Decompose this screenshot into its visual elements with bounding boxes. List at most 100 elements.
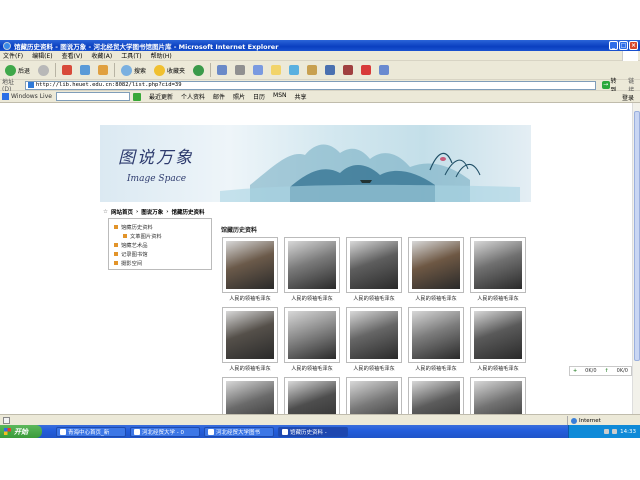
photo-thumbnail[interactable] — [284, 237, 340, 293]
live-photos-button[interactable]: 照片 — [233, 92, 245, 101]
extra-button[interactable] — [377, 63, 391, 78]
site-banner: 图说万象 Image Space — [100, 125, 531, 202]
scrollbar-thumb[interactable] — [634, 111, 640, 361]
minimize-button[interactable]: _ — [609, 41, 618, 50]
photo-image — [226, 241, 274, 289]
photo-item[interactable]: 人民的领袖毛泽东 — [469, 236, 527, 302]
live-share-button[interactable]: 共享 — [295, 92, 307, 101]
live-updates-button[interactable]: 最近更新 — [149, 92, 173, 101]
window-titlebar[interactable]: 馆藏历史资料 - 图说万象 - 河北经贸大学图书馆图片库 - Microsoft… — [0, 40, 640, 51]
photo-gallery: 人民的领袖毛泽东 人民的领袖毛泽东 人民的领袖毛泽东 人民的领袖毛泽东 人民的领袖毛泽东… — [221, 236, 531, 433]
back-arrow-icon — [5, 64, 16, 76]
banner-title-cn: 图说万象 — [118, 148, 194, 168]
edit-icon — [253, 65, 264, 75]
photo-thumbnail[interactable] — [222, 307, 278, 363]
print-button[interactable] — [233, 63, 247, 78]
live-calendar-button[interactable]: 日历 — [253, 92, 265, 101]
refresh-button[interactable] — [78, 63, 92, 78]
taskbar-item[interactable]: 青海中心首页_新 — [56, 426, 126, 437]
menu-bar: 文件(F) 编辑(E) 查看(V) 收藏(A) 工具(T) 帮助(H) — [0, 51, 640, 61]
sidenav-label: 馆藏艺术品 — [121, 242, 148, 249]
photo-item[interactable]: 人民的领袖毛泽东 — [283, 306, 341, 372]
taskbar-item[interactable]: 河北经贸大学 - 0 — [130, 426, 200, 437]
photo-item[interactable]: 人民的领袖毛泽东 — [345, 306, 403, 372]
pen-button[interactable] — [305, 63, 319, 78]
photo-caption[interactable]: 人民的领袖毛泽东 — [407, 365, 465, 372]
live-profile-button[interactable]: 个人资料 — [181, 92, 205, 101]
research-button[interactable] — [323, 63, 337, 78]
start-button[interactable]: 开始 — [0, 425, 42, 438]
photo-caption[interactable]: 人民的领袖毛泽东 — [345, 295, 403, 302]
menu-help[interactable]: 帮助(H) — [151, 51, 172, 60]
photo-item[interactable]: 人民的领袖毛泽东 — [283, 236, 341, 302]
photo-caption[interactable]: 人民的领袖毛泽东 — [283, 365, 341, 372]
photo-thumbnail[interactable] — [408, 307, 464, 363]
tray-icon[interactable] — [612, 429, 618, 434]
tool-button[interactable] — [341, 63, 355, 78]
photo-thumbnail[interactable] — [346, 307, 402, 363]
home-button[interactable] — [96, 63, 110, 78]
menu-file[interactable]: 文件(F) — [3, 51, 23, 60]
live-mail-button[interactable]: 邮件 — [213, 92, 225, 101]
photo-item[interactable]: 人民的领袖毛泽东 — [469, 306, 527, 372]
menu-tools[interactable]: 工具(T) — [121, 51, 141, 60]
sidenav-item-culture[interactable]: 文革图片资料 — [114, 231, 206, 240]
forward-button[interactable] — [36, 63, 51, 78]
live-signin-button[interactable]: 登录 — [622, 93, 634, 102]
photo-caption[interactable]: 人民的领袖毛泽东 — [221, 365, 279, 372]
menu-view[interactable]: 查看(V) — [62, 51, 83, 60]
search-button[interactable]: 搜索 — [119, 63, 148, 78]
breadcrumb-home[interactable]: 网站首页 — [111, 208, 133, 216]
vertical-scrollbar[interactable] — [632, 103, 640, 414]
breadcrumb-section[interactable]: 图说万象 — [141, 208, 163, 216]
transfer-right: 0K/0 — [616, 368, 628, 374]
sidenav-item-photography[interactable]: 摄影空间 — [114, 258, 206, 267]
menu-edit[interactable]: 编辑(E) — [32, 51, 52, 60]
photo-caption[interactable]: 人民的领袖毛泽东 — [469, 365, 527, 372]
photo-caption[interactable]: 人民的领袖毛泽东 — [221, 295, 279, 302]
mail-button[interactable] — [215, 63, 229, 78]
photo-thumbnail[interactable] — [408, 237, 464, 293]
side-navigation: 馆藏历史资料 文革图片资料 馆藏艺术品 记录图书馆 摄影空间 — [108, 218, 212, 270]
photo-caption[interactable]: 人民的领袖毛泽东 — [469, 295, 527, 302]
flag-button[interactable] — [359, 63, 373, 78]
favorites-button[interactable]: 收藏夹 — [152, 63, 187, 78]
photo-item[interactable]: 人民的领袖毛泽东 — [407, 236, 465, 302]
flag-icon — [361, 65, 372, 75]
photo-caption[interactable]: 人民的领袖毛泽东 — [407, 295, 465, 302]
sidenav-item-history[interactable]: 馆藏历史资料 — [114, 222, 206, 231]
live-search-button[interactable] — [132, 92, 141, 101]
close-button[interactable]: × — [629, 41, 638, 50]
messenger-button[interactable] — [287, 63, 301, 78]
globe-icon — [571, 417, 577, 424]
taskbar-item-active[interactable]: 馆藏历史资料 - — [278, 426, 348, 437]
photo-thumbnail[interactable] — [222, 237, 278, 293]
photo-item[interactable]: 人民的领袖毛泽东 — [221, 306, 279, 372]
photo-thumbnail[interactable] — [470, 237, 526, 293]
stop-button[interactable] — [60, 63, 74, 78]
sidenav-item-art[interactable]: 馆藏艺术品 — [114, 240, 206, 249]
live-msn-button[interactable]: MSN — [273, 92, 286, 101]
photo-item[interactable]: 人民的领袖毛泽东 — [345, 236, 403, 302]
discuss-button[interactable] — [269, 63, 283, 78]
photo-caption[interactable]: 人民的领袖毛泽东 — [345, 365, 403, 372]
taskbar-item-label: 河北经贸大学图书 — [216, 429, 261, 436]
photo-caption[interactable]: 人民的领袖毛泽东 — [283, 295, 341, 302]
maximize-button[interactable]: □ — [619, 41, 628, 50]
photo-item[interactable]: 人民的领袖毛泽东 — [407, 306, 465, 372]
back-button[interactable]: 后退 — [3, 63, 32, 78]
sidenav-item-library[interactable]: 记录图书馆 — [114, 249, 206, 258]
address-input[interactable]: http://lib.heuet.edu.cn:8082/list.php?ci… — [24, 80, 596, 90]
photo-thumbnail[interactable] — [470, 307, 526, 363]
photo-image — [350, 311, 398, 359]
breadcrumb-current[interactable]: 馆藏历史资料 — [172, 208, 205, 216]
photo-thumbnail[interactable] — [284, 307, 340, 363]
menu-favorites[interactable]: 收藏(A) — [91, 51, 112, 60]
tray-icon[interactable] — [604, 429, 610, 434]
taskbar-item[interactable]: 河北经贸大学图书 — [204, 426, 274, 437]
photo-item[interactable]: 人民的领袖毛泽东 — [221, 236, 279, 302]
live-search-input[interactable] — [55, 92, 130, 101]
photo-thumbnail[interactable] — [346, 237, 402, 293]
edit-button[interactable] — [251, 63, 265, 78]
history-button[interactable] — [191, 63, 206, 78]
